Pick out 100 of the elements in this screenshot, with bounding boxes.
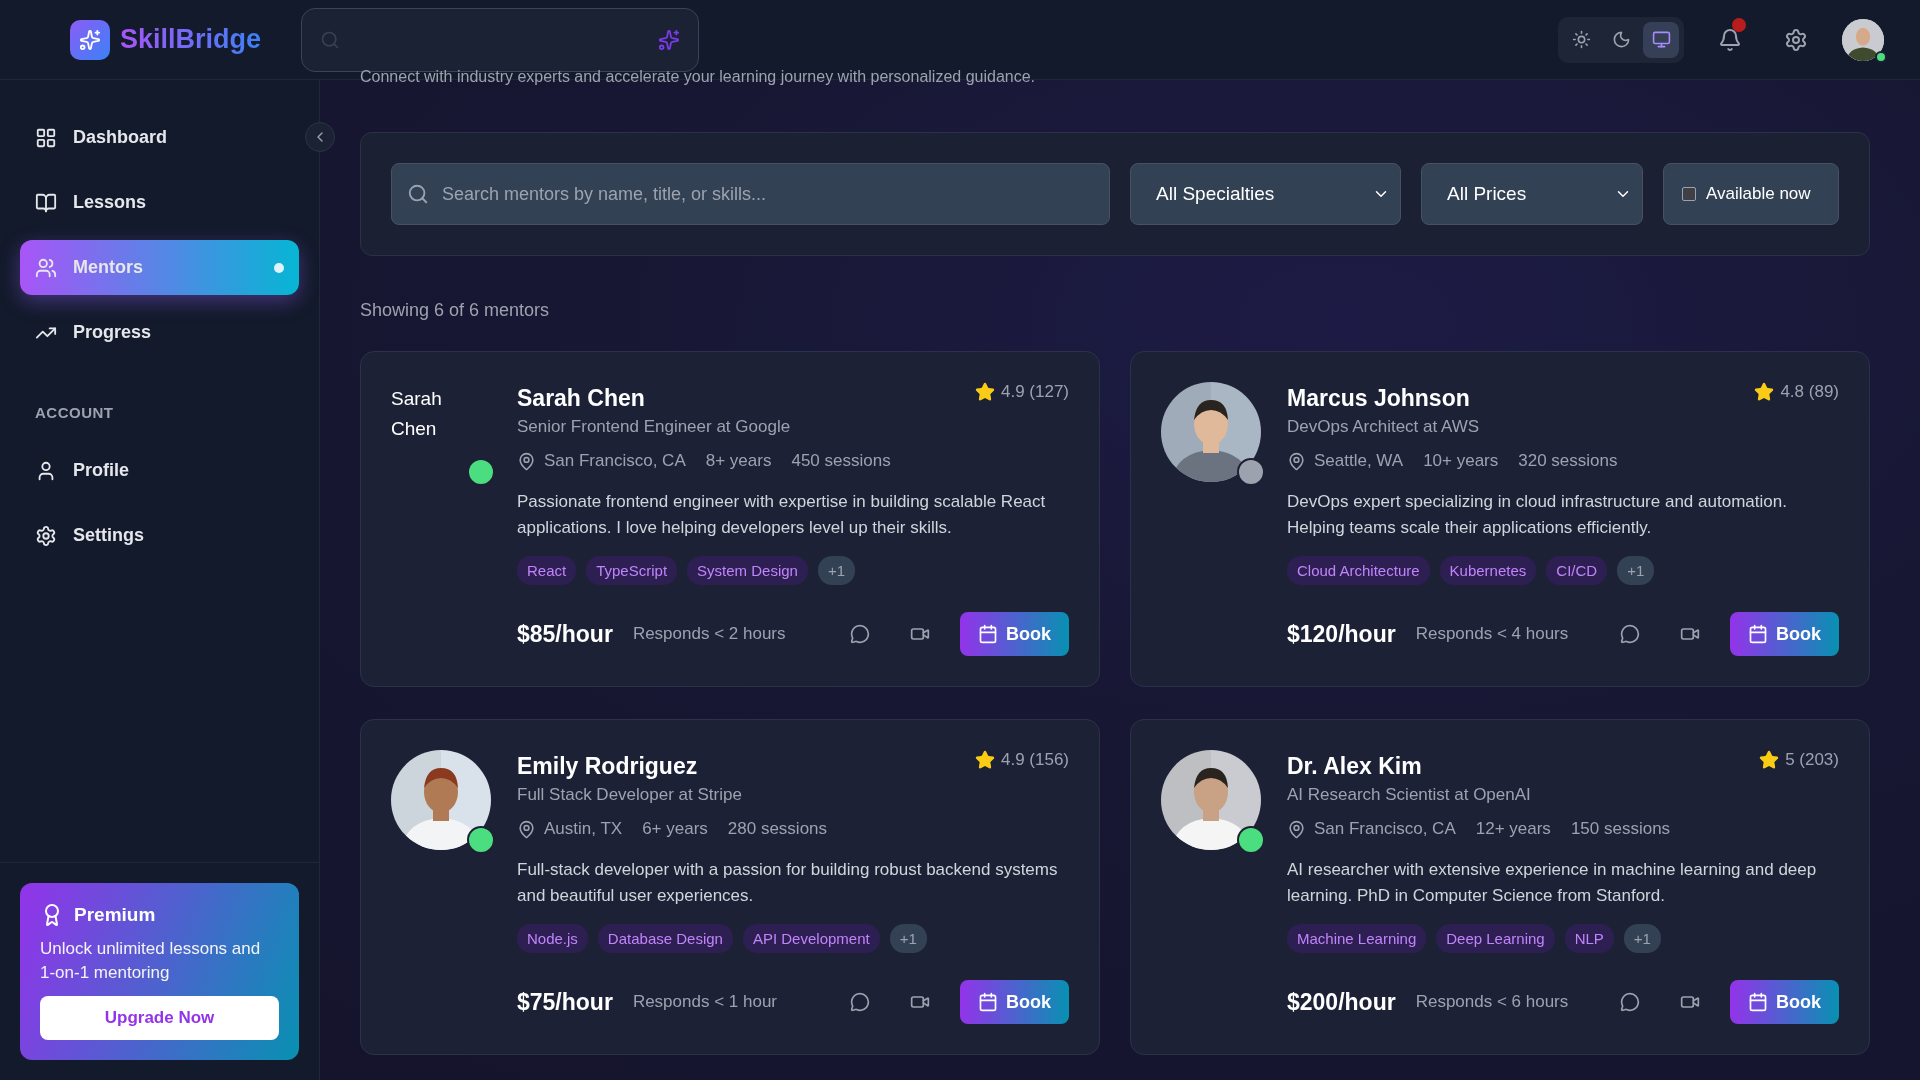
mentor-title: DevOps Architect at AWS [1287,417,1481,437]
location-icon [1287,451,1306,471]
experience: 12+ years [1475,819,1551,839]
location: Seattle, WA [1314,451,1404,471]
star-icon [974,750,995,770]
settings-icon [35,524,57,547]
book-button[interactable]: Book [1730,612,1839,656]
skill-tag: System Design [687,556,808,585]
checkbox[interactable] [1682,187,1696,201]
response-time: Responds < 2 hours [632,624,786,644]
specialty-select[interactable]: All Specialties [1130,163,1401,225]
calendar-icon [1748,992,1768,1012]
star-icon [1759,750,1780,770]
location: San Francisco, CA [544,451,686,471]
nav-item[interactable]: Lessons [20,175,299,230]
nav-item[interactable]: Progress [20,305,299,360]
response-time: Responds < 1 hour [632,992,777,1012]
rating: 4.8 (89) [1780,382,1839,402]
search-icon [407,183,429,205]
nav-item[interactable]: Settings [20,508,299,563]
session-count: 320 sessions [1518,451,1618,471]
mentor-name: Sarah Chen [517,384,645,413]
mentor-bio: DevOps expert specializing in cloud infrastructure and automation. Helping teams scale their applications efficiently. [1287,491,1788,539]
experience: 8+ years [705,451,772,471]
skill-tag: CI/CD [1546,556,1608,585]
price: $85/hour [517,620,613,648]
mentors-icon [35,256,57,279]
avatar-alt-text: Sarah Chen [391,387,443,441]
promo-text: Unlock unlimited lessons and 1-on-1 mentoring [40,937,262,985]
checkbox-label: Available now [1706,184,1811,204]
star-icon [974,382,995,402]
skill-tag: TypeScript [586,556,678,585]
more-tag: +1 [1623,924,1661,953]
nav-item[interactable]: Dashboard [20,110,299,165]
response-time: Responds < 4 hours [1415,624,1569,644]
experience: 6+ years [642,819,708,839]
location: San Francisco, CA [1314,819,1456,839]
active-dot [274,262,284,273]
book-button[interactable]: Book [960,980,1069,1024]
more-tag: +1 [889,924,927,953]
mentor-name: Marcus Johnson [1287,384,1470,413]
skill-tag: NLP [1564,924,1614,953]
chat-icon [1620,992,1640,1012]
dashboard-icon [35,126,57,149]
rating: 4.9 (127) [1000,382,1069,402]
moon-icon [1611,30,1631,49]
location: Austin, TX [544,819,623,839]
calendar-icon [978,992,998,1012]
logo-icon [70,19,110,60]
price-select[interactable]: All Prices [1421,163,1643,225]
skill-tag: API Development [742,924,880,953]
book-button[interactable]: Book [960,612,1069,656]
mentor-name: Emily Rodriguez [517,752,698,781]
mentor-title: AI Research Scientist at OpenAI [1287,785,1532,805]
mentor-search-field[interactable]: Search mentors by name, title, or skills... [391,163,1110,225]
upgrade-button[interactable]: Upgrade Now [40,996,279,1040]
rating: 5 (203) [1785,750,1839,770]
search-field[interactable] [301,7,700,72]
chat-icon [1620,624,1640,644]
location-icon [1287,819,1306,839]
skill-tag: Node.js [517,924,588,953]
section-title: ACCOUNT [34,403,115,423]
mentor-bio: AI researcher with extensive experience in machine learning and deep learning. PhD in Computer Science from Stanford. [1287,859,1818,907]
star-icon [1754,382,1775,402]
skill-tag: Database Design [597,924,733,953]
sun-icon [1571,30,1591,49]
mentor-name: Dr. Alex Kim [1287,752,1422,781]
skill-tag: React [517,556,577,585]
skill-tag: Cloud Architecture [1287,556,1430,585]
response-time: Responds < 6 hours [1415,992,1569,1012]
session-count: 280 sessions [727,819,828,839]
mentor-title: Full Stack Developer at Stripe [517,785,743,805]
rating: 4.9 (156) [1000,750,1069,770]
bell-icon [1718,27,1742,52]
user-avatar[interactable] [1842,18,1884,61]
page-subtitle: Connect with industry experts and accelerate your learning journey with personalized guidance. [360,68,1037,87]
price: $120/hour [1287,620,1396,648]
session-count: 450 sessions [791,451,891,471]
skill-tag: Machine Learning [1287,924,1427,953]
price: $200/hour [1287,988,1396,1016]
sparkles-icon [658,28,681,51]
location-icon [517,819,536,839]
promo-title: Premium [74,903,156,926]
more-tag: +1 [817,556,856,585]
experience: 10+ years [1423,451,1499,471]
monitor-icon [1651,30,1671,49]
collapse-button[interactable] [305,122,335,152]
skill-tag: Deep Learning [1436,924,1555,953]
result-count: Showing 6 of 6 mentors [360,300,551,321]
nav-item[interactable]: Profile [20,443,299,498]
skill-tag: Kubernetes [1439,556,1537,585]
theme-button[interactable] [1643,21,1679,58]
book-button[interactable]: Book [1730,980,1839,1024]
mentor-bio: Passionate frontend engineer with expertise in building scalable React applications. I love helping developers level up their skills. [517,491,1047,539]
lessons-icon [35,191,57,214]
location-icon [517,451,536,471]
settings-icon [1784,27,1808,52]
search-icon [320,29,341,50]
calendar-icon [978,624,998,644]
available-checkbox[interactable]: Available now [1663,163,1839,225]
